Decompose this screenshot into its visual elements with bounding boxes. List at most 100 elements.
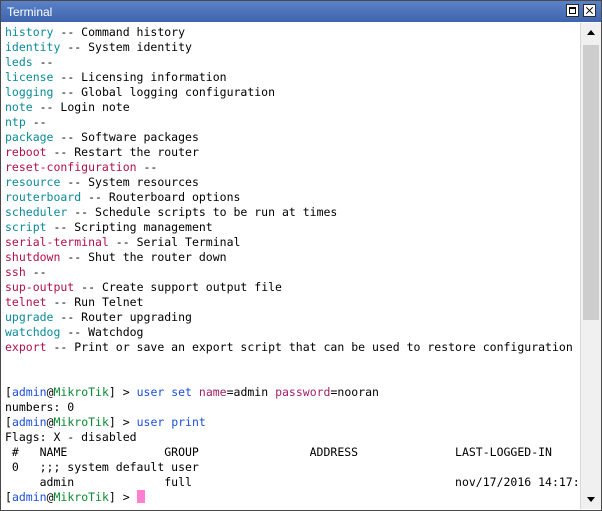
command-name: identity [5,40,61,54]
prompt-at: @ [46,415,54,429]
separator: -- [25,265,54,279]
command-description: Print or save an export script that can … [74,340,573,354]
scroll-down-arrow-icon[interactable] [583,491,599,507]
output-line: numbers: 0 [5,400,74,415]
command-name: telnet [5,295,47,309]
vertical-scrollbar[interactable] [580,23,601,509]
separator: -- [108,235,137,249]
command-description: Serial Terminal [136,235,241,249]
prompt-at: @ [46,385,54,399]
help-line: routerboard -- Routerboard options [5,190,240,205]
table-row-comment: 0 ;;; system default user [5,460,199,475]
command-name: ntp [5,115,26,129]
command-name: export [5,340,47,354]
prompt-close: ] > [108,490,137,504]
help-line: identity -- System identity [5,40,192,55]
table-row-text: admin full nov/17/2016 14:17:59 [5,475,579,489]
separator: -- [46,145,75,159]
param-value: =admin [226,385,276,399]
command-name: logging [5,85,54,99]
title-bar[interactable]: Terminal [1,1,601,22]
command-name: scheduler [5,205,68,219]
command-name: sup-output [5,280,75,294]
help-line: watchdog -- Watchdog [5,325,143,340]
param-name: password [275,385,331,399]
separator: -- [25,115,54,129]
output-text: numbers: 0 [5,400,75,414]
separator: -- [81,190,109,204]
help-line: resource -- System resources [5,175,199,190]
help-line: reset-configuration -- [5,160,164,175]
help-line: note -- Login note [5,100,130,115]
command-description: Create support output file [101,280,282,294]
terminal-output[interactable]: history -- Command history identity -- Sy… [1,22,579,510]
separator: -- [67,205,96,219]
command-description: Scripting management [74,220,213,234]
separator: -- [136,160,165,174]
command-name: shutdown [5,250,61,264]
separator: -- [53,70,82,84]
scrollbar-thumb[interactable] [583,45,599,320]
current-prompt-line[interactable]: [admin@MikroTik] > [5,490,145,505]
command-name: script [5,220,47,234]
help-line: export -- Print or save an export script… [5,340,573,355]
command-line: [admin@MikroTik] > user set name=admin p… [5,385,379,400]
help-line: sup-output -- Create support output file [5,280,282,295]
help-line: history -- Command history [5,25,185,40]
command-description: Command history [81,25,186,39]
command-description: Software packages [81,130,199,144]
prompt-user: admin [11,385,47,399]
prompt-user: admin [11,490,47,504]
help-line: telnet -- Run Telnet [5,295,144,310]
prompt-bracket: [ [5,415,12,429]
command-name: note [5,100,33,114]
command-name: reboot [5,145,47,159]
separator: -- [53,25,82,39]
command-name: ssh [5,265,26,279]
scroll-up-arrow-icon[interactable] [583,25,599,41]
prompt-user: admin [11,415,47,429]
command-name: leds [5,55,33,69]
separator: -- [32,55,61,69]
separator: -- [74,280,102,294]
separator: -- [60,40,89,54]
help-line: license -- Licensing information [5,70,227,85]
command-name: resource [5,175,61,189]
help-line: shutdown -- Shut the router down [5,250,227,265]
separator: -- [32,100,61,114]
command-name: license [5,70,54,84]
command-description: System identity [88,40,192,54]
separator: -- [53,130,82,144]
help-line: scheduler -- Schedule scripts to be run … [5,205,337,220]
prompt-host: MikroTik [53,490,109,504]
output-line: Flags: X - disabled [5,430,137,445]
command-description: Watchdog [88,325,144,339]
maximize-button[interactable] [566,4,579,17]
flags-text: Flags: X - disabled [5,430,137,444]
table-header-text: # NAME GROUP ADDRESS LAST-LOGGED-IN [5,445,552,459]
prompt-bracket: [ [5,490,12,504]
separator: -- [46,295,75,309]
separator: -- [60,325,89,339]
table-header: # NAME GROUP ADDRESS LAST-LOGGED-IN [5,445,552,460]
command-description: Run Telnet [74,295,144,309]
close-button[interactable] [583,4,596,17]
prompt-at: @ [46,490,54,504]
command-description: Login note [60,100,130,114]
command-description: Licensing information [81,70,227,84]
separator: -- [53,85,82,99]
command-description: Router upgrading [81,310,192,324]
table-comment-text: 0 ;;; system default user [5,460,199,474]
help-line: leds -- [5,55,60,70]
command-description: Shut the router down [88,250,227,264]
command-name: serial-terminal [5,235,109,249]
command-description: System resources [88,175,199,189]
command-name: reset-configuration [5,160,137,174]
help-line: reboot -- Restart the router [5,145,199,160]
help-line: package -- Software packages [5,130,199,145]
prompt-host: MikroTik [53,385,109,399]
prompt-bracket: [ [5,385,12,399]
window-title: Terminal [7,5,53,19]
param-name: name [198,385,227,399]
command-line: [admin@MikroTik] > user print [5,415,206,430]
